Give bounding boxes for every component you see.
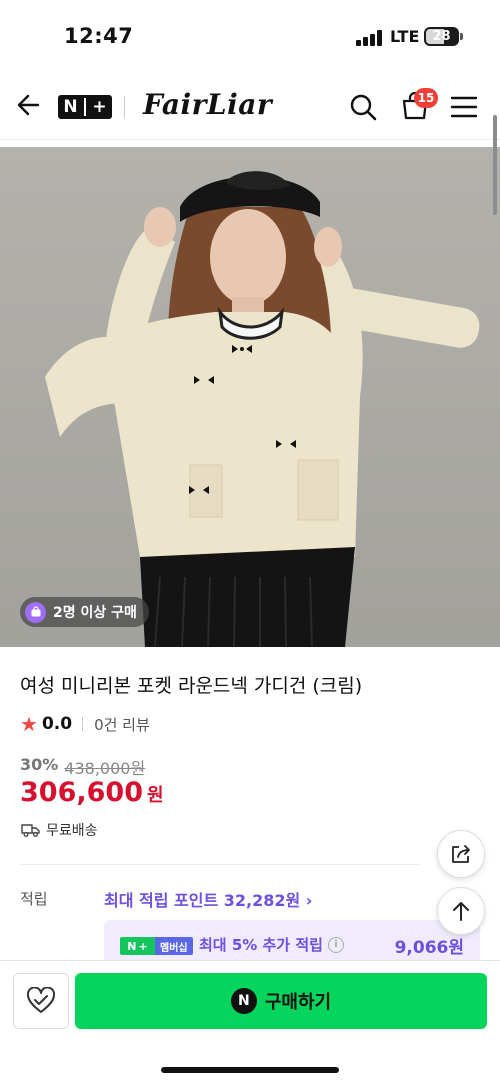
buy-label: 구매하기 [264, 992, 332, 1013]
network-label: LTE [390, 27, 420, 46]
sale-price: 306,600 [20, 777, 143, 808]
search-button[interactable] [348, 92, 378, 122]
status-time: 12:47 [64, 24, 134, 48]
badge-n: N [127, 939, 137, 953]
max-points-link[interactable]: 최대 적립 포인트 32,282원 › [104, 887, 312, 911]
model-illustration [45, 171, 480, 647]
share-icon [452, 845, 470, 863]
nplus-logo[interactable]: N + [58, 95, 112, 119]
price-row: 306,600 원 [20, 777, 164, 808]
naver-n-icon: N [230, 988, 257, 1014]
truck-icon [21, 824, 40, 837]
rating-value: 0.0 [41, 714, 73, 734]
original-price: 438,000원 [64, 759, 146, 778]
membership-badge-label: 멤버십 [155, 937, 193, 955]
back-arrow-icon [17, 94, 40, 116]
product-title: 여성 미니리본 포켓 라운드넥 가디건 (크림) [20, 675, 363, 697]
currency-label: 원 [146, 785, 164, 806]
membership-text-row: 최대 5% 추가 적립 i [199, 934, 344, 955]
info-icon[interactable]: i [327, 936, 344, 953]
scroll-top-button[interactable] [437, 887, 485, 935]
header-divider [124, 96, 125, 118]
app-header: N + FairLiar 15 [0, 70, 500, 140]
product-image[interactable] [0, 147, 500, 647]
menu-button[interactable] [450, 94, 478, 120]
multi-purchase-label: 2명 이상 구매 [53, 605, 137, 621]
battery-cap [460, 33, 463, 40]
home-indicator[interactable] [161, 1067, 339, 1073]
badge-plus: + [138, 939, 148, 953]
bottom-action-bar: N 구매하기 [0, 960, 500, 1084]
arrow-up-icon [453, 902, 469, 921]
rating-separator [82, 717, 84, 731]
membership-extra-points: 최대 5% 추가 적립 [199, 936, 323, 954]
multi-purchase-chip[interactable]: 2명 이상 구매 [20, 597, 149, 627]
battery-icon: 28 [424, 27, 459, 46]
section-divider [20, 864, 420, 865]
search-icon [350, 94, 377, 121]
chevron-right-icon: › [305, 891, 313, 910]
membership-points-value: 9,066원 [394, 938, 464, 958]
review-count[interactable]: 0건 리뷰 [94, 714, 150, 735]
discount-rate: 30% [20, 755, 59, 774]
shopping-bag-icon [25, 601, 46, 623]
max-points-text: 최대 적립 포인트 32,282원 [104, 891, 301, 910]
shipping-label: 무료배송 [46, 823, 98, 839]
points-label: 적립 [20, 890, 48, 908]
page-scrollbar[interactable] [493, 115, 497, 215]
shipping-row: 무료배송 [21, 820, 98, 840]
signal-icon [356, 30, 382, 46]
star-icon: ★ [20, 712, 38, 736]
discount-row: 30% 438,000원 [20, 755, 145, 779]
brand-logo[interactable]: FairLiar [143, 88, 272, 121]
back-button[interactable] [14, 90, 44, 120]
battery-level: 28 [432, 29, 451, 44]
heart-check-icon [26, 987, 56, 1013]
share-button[interactable] [437, 830, 485, 878]
menu-icon [450, 96, 478, 118]
wishlist-button[interactable] [13, 973, 69, 1029]
status-bar: 12:47 LTE 28 [0, 0, 500, 70]
cart-count-badge: 15 [414, 88, 438, 108]
rating-row[interactable]: ★ 0.0 0건 리뷰 [20, 712, 150, 736]
buy-button[interactable]: N 구매하기 [75, 973, 487, 1029]
nplus-membership-badge: N + 멤버십 [120, 937, 193, 955]
